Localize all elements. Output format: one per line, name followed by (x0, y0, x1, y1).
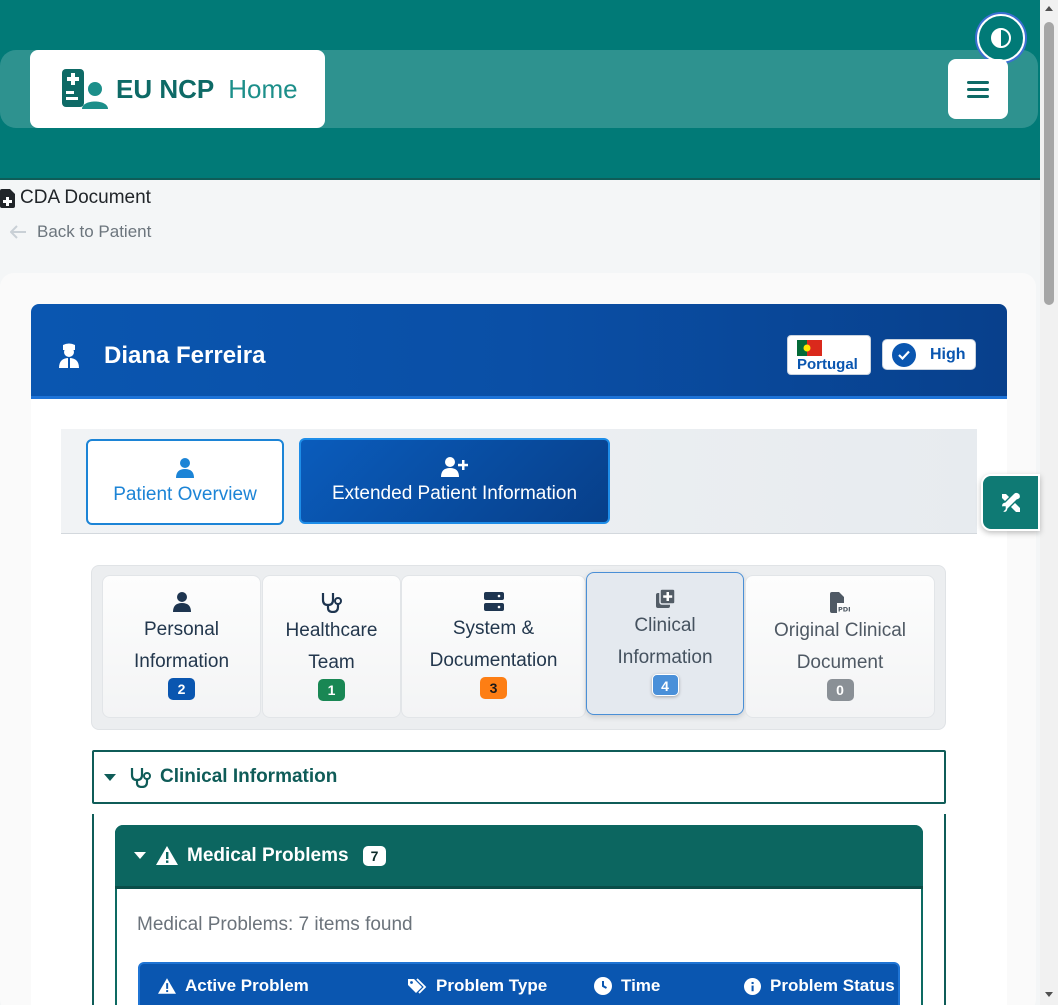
country-badge: Portugal (787, 335, 871, 375)
subtab-label-line1: Healthcare (285, 620, 378, 641)
brand-home-link[interactable]: EU NCP Home (30, 50, 325, 128)
column-label: Active Problem (185, 976, 309, 995)
subtab-label-line1: Clinical (634, 615, 696, 636)
theme-toggle-button[interactable] (977, 14, 1025, 62)
column-header-problem-status[interactable]: Problem Status (744, 976, 895, 996)
patient-header: Diana Ferreira Portugal High (31, 304, 1007, 399)
subtab-personal-information[interactable]: Personal Information 2 (102, 575, 261, 718)
subtab-original-clinical-document[interactable]: PDF Original Clinical Document 0 (745, 575, 935, 718)
count-badge: 4 (651, 674, 679, 696)
user-icon (176, 458, 194, 478)
tab-label: Patient Overview (113, 484, 257, 505)
tab-extended-patient-information[interactable]: Extended Patient Information (299, 438, 610, 524)
clinical-information-section-toggle[interactable]: Clinical Information (92, 750, 946, 804)
subtab-label-line2: Documentation (429, 650, 558, 671)
column-label: Problem Status (770, 976, 895, 995)
patient-name: Diana Ferreira (104, 342, 266, 369)
subtab-label-line2: Information (617, 647, 713, 668)
scroll-down-arrow-icon[interactable] (1045, 992, 1053, 997)
tab-label: Extended Patient Information (331, 483, 578, 504)
items-found-text: Medical Problems: 7 items found (137, 914, 413, 935)
medical-staff-icon (62, 69, 108, 109)
warning-icon (156, 846, 178, 865)
subtab-label-line1: Original Clinical (774, 620, 906, 641)
tags-icon (408, 977, 427, 994)
country-name: Portugal (797, 356, 858, 373)
medical-problems-count-badge: 7 (362, 845, 387, 866)
medical-problems-toggle[interactable]: Medical Problems 7 (115, 825, 923, 889)
column-label: Time (621, 976, 661, 995)
assurance-level-text: High (930, 345, 966, 363)
home-link-label: Home (228, 73, 298, 104)
medical-problems-title: Medical Problems (187, 844, 349, 866)
hamburger-icon (967, 81, 989, 98)
back-link-label: Back to Patient (37, 222, 152, 241)
arrow-left-icon (10, 225, 26, 239)
count-badge: 2 (168, 678, 195, 700)
count-badge: 3 (480, 677, 507, 699)
count-badge: 0 (826, 679, 854, 701)
stethoscope-icon (321, 593, 342, 613)
pdf-file-icon: PDF (830, 592, 850, 613)
subtab-healthcare-team[interactable]: Healthcare Team 1 (262, 575, 401, 718)
column-header-time[interactable]: Time (594, 976, 660, 996)
column-header-problem-type[interactable]: Problem Type (408, 976, 547, 996)
brand-name: EU NCP (116, 73, 215, 104)
doc-title-text: CDA Document (20, 187, 151, 208)
subtab-clinical-information[interactable]: Clinical Information 4 (586, 572, 744, 715)
tools-button[interactable] (981, 474, 1040, 531)
section-title: Clinical Information (160, 766, 338, 787)
warning-icon (158, 978, 176, 994)
portugal-flag-icon (797, 340, 822, 356)
user-icon (172, 592, 191, 612)
subtab-label-line2: Team (308, 652, 355, 673)
caret-down-icon (104, 773, 116, 781)
count-badge: 1 (318, 679, 345, 701)
contrast-icon (991, 28, 1011, 48)
back-to-patient-link[interactable]: Back to Patient (10, 222, 151, 242)
server-icon (483, 592, 504, 611)
subtab-system-documentation[interactable]: System & Documentation 3 (401, 575, 586, 718)
tab-patient-overview[interactable]: Patient Overview (86, 439, 284, 525)
stethoscope-icon (130, 767, 151, 788)
user-doctor-icon (59, 343, 79, 368)
clinical-add-icon (655, 589, 675, 608)
vertical-scrollbar[interactable] (1040, 0, 1058, 1005)
scrollbar-thumb[interactable] (1044, 22, 1054, 305)
tools-icon (1000, 491, 1021, 513)
subtab-label-line1: System & (452, 618, 535, 639)
menu-toggle-button[interactable] (948, 59, 1008, 119)
file-medical-icon (0, 188, 15, 208)
subtab-label-line1: Personal (144, 619, 219, 640)
info-icon (744, 977, 761, 995)
user-plus-icon (440, 457, 468, 477)
subtab-label-line2: Information (133, 651, 230, 672)
subtab-label-line2: Document (796, 652, 884, 673)
problems-table-header: Active Problem Problem Type Time Problem… (138, 962, 900, 1005)
svg-text:PDF: PDF (838, 606, 850, 614)
clock-icon (594, 977, 612, 995)
scroll-up-arrow-icon[interactable] (1045, 6, 1053, 11)
column-label: Problem Type (436, 976, 548, 995)
caret-down-icon (134, 852, 146, 859)
check-circle-icon (892, 342, 916, 367)
page-title: CDA Document (0, 186, 151, 210)
column-header-active-problem[interactable]: Active Problem (158, 976, 309, 996)
assurance-level-badge: High (882, 339, 976, 370)
